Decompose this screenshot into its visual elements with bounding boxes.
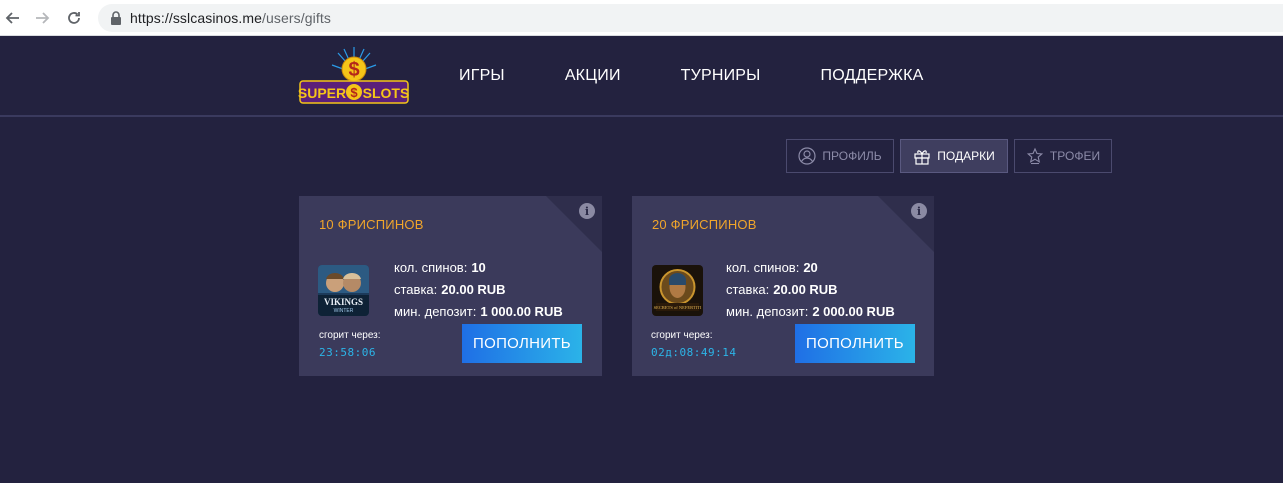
vikings-winter-image: VIKINGS WINTER	[318, 265, 369, 316]
profile-tabs: ПРОФИЛЬ ПОДАРКИ ТРОФЕИ	[786, 139, 1118, 173]
tab-profile[interactable]: ПРОФИЛЬ	[786, 139, 894, 173]
deposit-button[interactable]: ПОПОЛНИТЬ	[795, 324, 915, 363]
tab-gifts-label: ПОДАРКИ	[937, 149, 995, 163]
reload-button[interactable]	[63, 7, 85, 29]
bet-value: 20.00 RUB	[441, 282, 506, 297]
spins-label: кол. спинов:	[394, 260, 468, 275]
svg-text:$: $	[348, 59, 359, 81]
profile-icon	[798, 147, 816, 165]
min-deposit-value: 2 000.00 RUB	[812, 304, 895, 319]
bet-value: 20.00 RUB	[773, 282, 838, 297]
nav-games[interactable]: ИГРЫ	[459, 67, 505, 85]
spins-row: кол. спинов: 10	[394, 260, 563, 282]
deposit-button[interactable]: ПОПОЛНИТЬ	[462, 324, 582, 363]
expire-label: сгорит через:	[319, 330, 381, 341]
address-bar[interactable]: https://sslcasinos.me/users/gifts	[98, 4, 1283, 32]
card-title: 20 ФРИСПИНОВ	[652, 217, 757, 232]
browser-toolbar: https://sslcasinos.me/users/gifts	[0, 0, 1283, 36]
bet-row: ставка: 20.00 RUB	[394, 282, 563, 304]
bet-label: ставка:	[726, 282, 770, 297]
secrets-of-nefertiti-image: SECRETS of NEFERTITI	[652, 265, 703, 316]
svg-text:SECRETS of NEFERTITI: SECRETS of NEFERTITI	[654, 305, 702, 310]
info-icon[interactable]: i	[911, 203, 927, 219]
site-header: $ SUPER SLOTS $ ИГРЫ АКЦИИ ТУРНИРЫ ПОДДЕ…	[0, 37, 1283, 117]
super-slots-logo[interactable]: $ SUPER SLOTS $	[298, 45, 410, 105]
url-path: /users/gifts	[262, 10, 331, 26]
min-deposit-row: мин. депозит: 2 000.00 RUB	[726, 304, 895, 326]
lock-icon	[111, 11, 121, 25]
url-domain: https://sslcasinos.me	[130, 10, 263, 26]
tab-profile-label: ПРОФИЛЬ	[822, 149, 882, 163]
min-deposit-row: мин. депозит: 1 000.00 RUB	[394, 304, 563, 326]
gift-details: кол. спинов: 20 ставка: 20.00 RUB мин. деп…	[726, 260, 895, 326]
url-text: https://sslcasinos.me/users/gifts	[130, 10, 331, 26]
gift-details: кол. спинов: 10 ставка: 20.00 RUB мин. деп…	[394, 260, 563, 326]
min-deposit-label: мин. депозит:	[726, 304, 809, 319]
forward-button[interactable]	[31, 7, 53, 29]
card-corner-fold	[546, 196, 602, 252]
spins-label: кол. спинов:	[726, 260, 800, 275]
bet-row: ставка: 20.00 RUB	[726, 282, 895, 304]
spins-value: 10	[471, 260, 486, 275]
reload-icon	[68, 12, 80, 24]
expire-label: сгорит через:	[651, 330, 713, 341]
back-arrow-icon	[5, 12, 19, 24]
tab-trophies-label: ТРОФЕИ	[1049, 149, 1101, 163]
svg-text:SLOTS: SLOTS	[363, 85, 410, 101]
tab-gifts[interactable]: ПОДАРКИ	[900, 139, 1008, 173]
bet-label: ставка:	[394, 282, 438, 297]
back-button[interactable]	[2, 7, 24, 29]
main-nav: ИГРЫ АКЦИИ ТУРНИРЫ ПОДДЕРЖКА	[459, 67, 984, 85]
countdown-timer: 23:58:06	[319, 346, 376, 359]
info-icon[interactable]: i	[579, 203, 595, 219]
min-deposit-label: мин. депозит:	[394, 304, 477, 319]
logo-graphic: $ SUPER SLOTS $	[298, 47, 410, 104]
game-thumbnail[interactable]: SECRETS of NEFERTITI	[652, 265, 703, 316]
spins-value: 20	[803, 260, 818, 275]
card-title: 10 ФРИСПИНОВ	[319, 217, 424, 232]
svg-text:SUPER: SUPER	[298, 85, 346, 101]
nav-tournaments[interactable]: ТУРНИРЫ	[681, 67, 761, 85]
svg-text:WINTER: WINTER	[334, 308, 354, 314]
svg-text:VIKINGS: VIKINGS	[324, 297, 363, 307]
nav-promotions[interactable]: АКЦИИ	[565, 67, 621, 85]
gift-card: i 20 ФРИСПИНОВ SECRETS of NEFERTITI кол.…	[632, 196, 934, 376]
min-deposit-value: 1 000.00 RUB	[480, 304, 563, 319]
countdown-timer: 02д:08:49:14	[651, 346, 737, 359]
card-corner-fold	[878, 196, 934, 252]
svg-text:$: $	[350, 85, 358, 100]
spins-row: кол. спинов: 20	[726, 260, 895, 282]
gift-icon	[914, 150, 930, 165]
gift-card: i 10 ФРИСПИНОВ VIKINGS WINTER кол. спино…	[299, 196, 602, 376]
trophy-icon	[1026, 147, 1044, 165]
tab-trophies[interactable]: ТРОФЕИ	[1014, 139, 1112, 173]
forward-arrow-icon	[36, 12, 50, 24]
nav-support[interactable]: ПОДДЕРЖКА	[821, 67, 924, 85]
game-thumbnail[interactable]: VIKINGS WINTER	[318, 265, 369, 316]
